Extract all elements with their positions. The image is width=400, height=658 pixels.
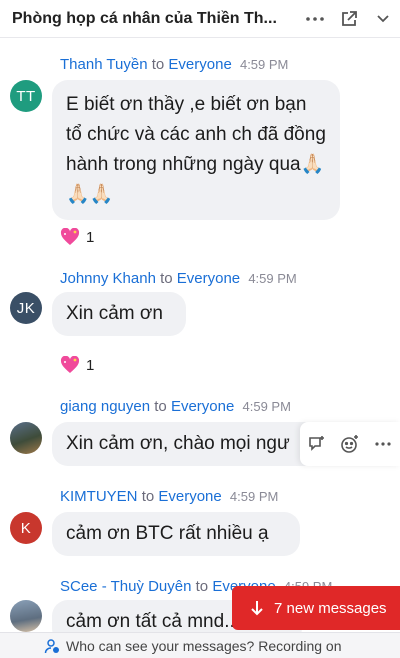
- to-label: to: [151, 56, 165, 73]
- avatar: [10, 422, 42, 454]
- reaction-count: 1: [86, 356, 95, 374]
- arrow-down-icon: [250, 600, 264, 616]
- message-time: 4:59 PM: [242, 399, 291, 414]
- privacy-person-icon: [44, 639, 59, 654]
- audience-name[interactable]: Everyone: [158, 488, 221, 505]
- message-bubble: Xin cảm ơn, chào mọi ngư: [52, 422, 342, 466]
- message-time: 4:59 PM: [229, 489, 279, 504]
- sparkling-heart-icon: [60, 356, 80, 373]
- avatar: [10, 600, 42, 632]
- audience-name[interactable]: Everyone: [168, 56, 231, 73]
- message-bubble: cảm ơn BTC rất nhiều ạ: [52, 512, 300, 556]
- reaction-count: 1: [86, 228, 95, 246]
- new-messages-button[interactable]: 7 new messages: [232, 586, 400, 630]
- message-time: 4:59 PM: [239, 57, 289, 72]
- more-options-icon[interactable]: [370, 431, 396, 457]
- avatar: TT: [10, 80, 42, 112]
- message-time: 4:59 PM: [248, 271, 297, 286]
- message-meta: Thanh Tuyền to Everyone 4:59 PM: [60, 56, 288, 73]
- privacy-footer-text: Who can see your messages? Recording on: [66, 637, 342, 654]
- popout-window-icon[interactable]: [336, 6, 362, 32]
- sender-name[interactable]: SCee - Thuỳ Duyên: [60, 578, 191, 595]
- dropdown-chevron-icon[interactable]: [370, 6, 396, 32]
- sender-name[interactable]: Johnny Khanh: [60, 270, 156, 287]
- message-bubble: E biết ơn thầy ,e biết ơn bạn tổ chức và…: [52, 80, 340, 220]
- reaction-badge[interactable]: 1: [60, 228, 94, 246]
- message-meta: Johnny Khanh to Everyone 4:59 PM: [60, 270, 297, 287]
- sender-name[interactable]: giang nguyen: [60, 398, 150, 415]
- sparkling-heart-icon: [60, 228, 80, 245]
- message-bubble: Xin cảm ơn: [52, 292, 186, 336]
- sender-name[interactable]: Thanh Tuyền: [60, 56, 148, 73]
- privacy-footer[interactable]: Who can see your messages? Recording on: [0, 632, 400, 658]
- avatar: JK: [10, 292, 42, 324]
- audience-name[interactable]: Everyone: [171, 398, 234, 415]
- add-reaction-icon[interactable]: [337, 431, 363, 457]
- meeting-title: Phòng họp cá nhân của Thiền Th...: [12, 9, 277, 27]
- to-label: to: [141, 488, 155, 505]
- reply-thread-icon[interactable]: [304, 431, 330, 457]
- avatar: K: [10, 512, 42, 544]
- sender-name[interactable]: KIMTUYEN: [60, 488, 138, 505]
- more-horizontal-icon[interactable]: [302, 6, 328, 32]
- audience-name[interactable]: Everyone: [177, 270, 240, 287]
- message-meta: KIMTUYEN to Everyone 4:59 PM: [60, 488, 278, 505]
- chat-message-list[interactable]: Thanh Tuyền to Everyone 4:59 PM TT E biế…: [0, 38, 400, 632]
- to-label: to: [160, 270, 173, 287]
- to-label: to: [154, 398, 167, 415]
- message-hover-actions: [300, 422, 400, 466]
- reaction-badge[interactable]: 1: [60, 356, 94, 374]
- chat-header: Phòng họp cá nhân của Thiền Th...: [0, 0, 400, 38]
- to-label: to: [195, 578, 209, 595]
- new-messages-label: 7 new messages: [274, 599, 387, 617]
- message-meta: giang nguyen to Everyone 4:59 PM: [60, 398, 291, 415]
